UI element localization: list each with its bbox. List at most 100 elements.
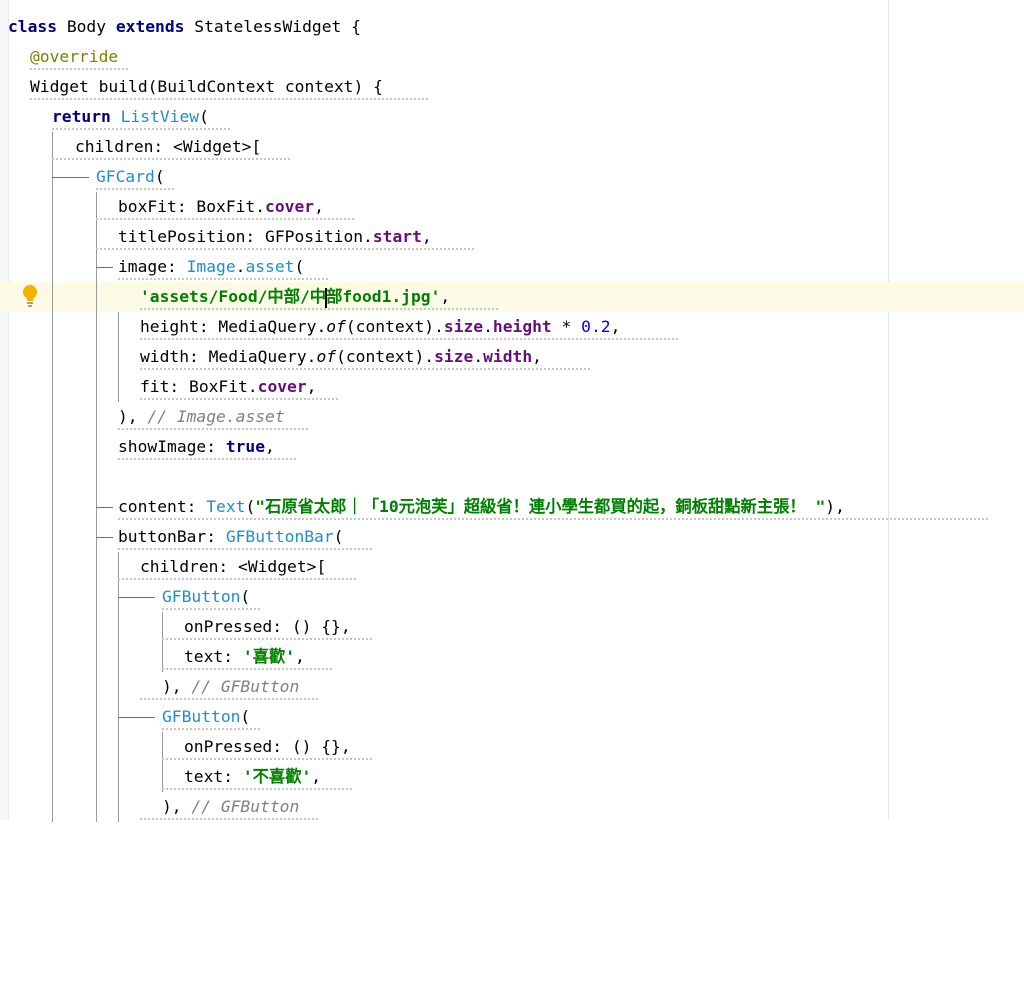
comma: , — [532, 347, 542, 366]
indent-guide — [52, 282, 53, 312]
underline — [162, 758, 372, 760]
close-paren: ), — [162, 677, 192, 696]
code-line-13[interactable]: fit: BoxFit.cover, — [0, 372, 1024, 402]
indent-guide — [52, 432, 53, 462]
start-field: start — [372, 227, 422, 246]
code-line-22[interactable]: text: '喜歡', — [0, 642, 1024, 672]
onpressed-text: onPressed: () {}, — [184, 737, 351, 756]
code-line-6[interactable]: GFCard( — [0, 162, 1024, 192]
width-field: width — [483, 347, 533, 366]
text-ref: Text — [206, 497, 246, 516]
indent-guide — [96, 642, 97, 672]
code-line-20[interactable]: GFButton( — [0, 582, 1024, 612]
children-text: children: <Widget>[ — [140, 557, 327, 576]
code-line-9[interactable]: image: Image.asset( — [0, 252, 1024, 282]
context-arg: (context). — [345, 317, 444, 336]
code-line-23[interactable]: ), // GFButton — [0, 672, 1024, 702]
indent-guide — [118, 372, 119, 402]
underline — [96, 188, 176, 190]
paren: ( — [294, 257, 305, 276]
width-text: width: MediaQuery. — [140, 347, 317, 366]
text-param: text: — [184, 767, 243, 786]
asset-path-string: 'assets/Food/中部/中 — [140, 287, 327, 306]
of-method: of — [316, 347, 337, 366]
true-literal: true — [225, 437, 266, 456]
code-editor[interactable]: class Body extends StatelessWidget { @ov… — [0, 12, 1024, 822]
code-line-4[interactable]: return ListView( — [0, 102, 1024, 132]
indent-guide — [96, 762, 97, 792]
indent-guide — [96, 462, 97, 492]
code-line-10[interactable]: 'assets/Food/中部/中部food1.jpg', — [0, 282, 1024, 312]
code-line-2[interactable]: @override — [0, 42, 1024, 72]
indent-guide — [96, 672, 97, 702]
comma: , — [610, 317, 621, 336]
underline — [162, 608, 262, 610]
keyword-return: return — [52, 107, 111, 126]
asset-ref: asset — [245, 257, 295, 276]
listview-ref: ListView — [120, 107, 200, 126]
fit-text: fit: BoxFit. — [140, 377, 258, 396]
code-line-26[interactable]: text: '不喜歡', — [0, 762, 1024, 792]
image-ref: Image — [186, 257, 236, 276]
code-line-18[interactable]: buttonBar: GFButtonBar( — [0, 522, 1024, 552]
indent-guide — [96, 552, 97, 582]
paren: ( — [333, 527, 344, 546]
paren: ( — [240, 707, 251, 726]
code-line-3[interactable]: Widget build(BuildContext context) { — [0, 72, 1024, 102]
code-line-1[interactable]: class Body extends StatelessWidget { — [0, 12, 1024, 42]
code-line-11[interactable]: height: MediaQuery.of(context).size.heig… — [0, 312, 1024, 342]
indent-guide — [96, 342, 97, 372]
underline — [162, 668, 332, 670]
code-line-21[interactable]: onPressed: () {}, — [0, 612, 1024, 642]
underline — [118, 428, 308, 430]
operator: * — [551, 317, 582, 336]
code-line-17[interactable]: content: Text("石原省太郎｜「10元泡芙」超級省！連小學生都買的起… — [0, 492, 1024, 522]
paren: ( — [245, 497, 256, 516]
underline — [140, 698, 320, 700]
code-line-25[interactable]: onPressed: () {}, — [0, 732, 1024, 762]
indent-guide — [96, 732, 97, 762]
indent-guide — [52, 492, 53, 522]
indent-guide — [118, 792, 119, 822]
underline — [96, 218, 356, 220]
code-line-7[interactable]: boxFit: BoxFit.cover, — [0, 192, 1024, 222]
indent-guide — [118, 612, 119, 642]
code-line-14[interactable]: ), // Image.asset — [0, 402, 1024, 432]
code-line-19[interactable]: children: <Widget>[ — [0, 552, 1024, 582]
comma: , — [311, 767, 322, 786]
content-text: content: — [118, 497, 207, 516]
underline — [162, 788, 352, 790]
comma: , — [314, 197, 324, 216]
underline — [52, 158, 292, 160]
indent-guide — [118, 642, 119, 672]
code-line-5[interactable]: children: <Widget>[ — [0, 132, 1024, 162]
image-text: image: — [118, 257, 187, 276]
like-string: '喜歡' — [242, 647, 295, 666]
dot: . — [235, 257, 246, 276]
indent-guide — [52, 402, 53, 432]
close-paren: ), — [825, 497, 845, 516]
underline — [118, 578, 358, 580]
indent-guide — [52, 462, 53, 492]
paren: ( — [240, 587, 251, 606]
titleposition-text: titlePosition: GFPosition. — [118, 227, 373, 246]
code-line-24[interactable]: GFButton( — [0, 702, 1024, 732]
closing-comment: // Image.asset — [147, 407, 285, 426]
code-line-15[interactable]: showImage: true, — [0, 432, 1024, 462]
close-paren: ), — [162, 797, 192, 816]
code-line-8[interactable]: titlePosition: GFPosition.start, — [0, 222, 1024, 252]
comma: , — [265, 437, 275, 456]
underline — [118, 518, 988, 520]
close-paren: ), — [118, 407, 148, 426]
height-field: height — [492, 317, 552, 336]
indent-guide — [118, 672, 119, 702]
code-line-27[interactable]: ), // GFButton — [0, 792, 1024, 822]
onpressed-text: onPressed: () {}, — [184, 617, 351, 636]
of-method: of — [326, 317, 346, 336]
number-literal: 0.2 — [581, 317, 611, 336]
keyword-extends: extends — [115, 17, 185, 36]
code-line-16[interactable] — [0, 462, 1024, 492]
code-line-12[interactable]: width: MediaQuery.of(context).size.width… — [0, 342, 1024, 372]
buttonbar-text: buttonBar: — [118, 527, 226, 546]
context-arg: (context). — [336, 347, 435, 366]
